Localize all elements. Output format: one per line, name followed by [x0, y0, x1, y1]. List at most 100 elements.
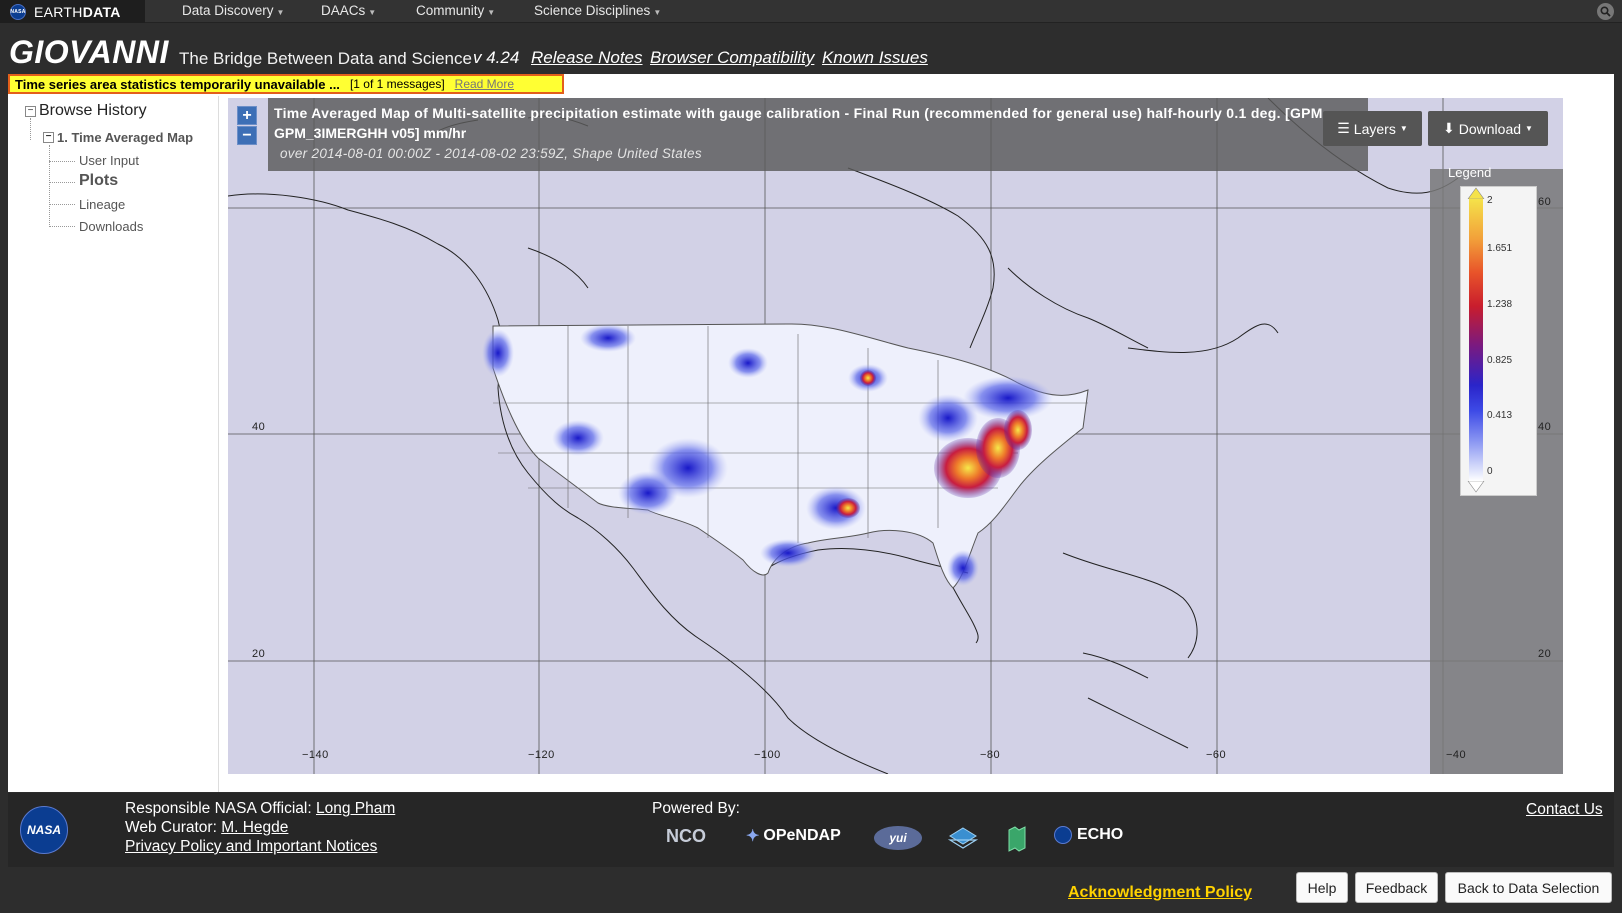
contact-us-link[interactable]: Contact Us [1526, 801, 1603, 819]
known-issues-link[interactable]: Known Issues [822, 48, 928, 68]
legend-max-arrow-icon [1467, 187, 1485, 199]
earthdata-brand[interactable]: NASA EARTH DATA [0, 0, 145, 23]
top-navigation-bar: NASA EARTH DATA Data Discovery ▼ DAACs ▼ Co… [0, 0, 1622, 23]
legend-tick: 0 [1487, 466, 1493, 477]
download-button[interactable]: ⬇ Download ▼ [1428, 111, 1548, 146]
web-curator: Web Curator: M. Hegde [125, 819, 288, 837]
tree-leaf-lineage[interactable]: Lineage [79, 197, 125, 212]
opendap-logo-text: OPeNDAP [763, 827, 841, 844]
menu-icon: ☰ [1337, 120, 1350, 136]
tree-connector [49, 182, 75, 183]
legend-tick: 0.825 [1487, 355, 1513, 366]
star-icon: ✦ [746, 828, 760, 845]
caret-down-icon: ▼ [1525, 124, 1533, 133]
collapse-icon[interactable]: − [25, 105, 36, 117]
nasa-meatball-icon: NASA [10, 3, 26, 20]
lon-label: −60 [1206, 749, 1227, 761]
lon-label: −80 [980, 749, 1001, 761]
layers-label: Layers [1353, 120, 1396, 137]
lon-label: −40 [1446, 749, 1467, 761]
nav-label: Data Discovery [182, 3, 274, 18]
zoom-out-button[interactable]: − [237, 126, 257, 145]
lon-label: −100 [754, 749, 781, 761]
legend-tick: 1.238 [1487, 299, 1513, 310]
legend-title: Legend [1448, 165, 1492, 180]
nasa-logo[interactable]: NASA [20, 806, 68, 854]
nav-label: DAACs [321, 3, 366, 18]
tree-connector [30, 118, 31, 140]
nav-label: Science Disciplines [534, 3, 651, 18]
read-more-link[interactable]: Read More [455, 77, 514, 91]
legend-tick: 0.413 [1487, 410, 1513, 421]
alert-count: [1 of 1 messages] [349, 77, 445, 91]
acknowledgment-policy-link[interactable]: Acknowledgment Policy [1068, 884, 1252, 902]
alert-banner: Time series area statistics temporarily … [8, 74, 564, 94]
giovanni-header: GIOVANNI The Bridge Between Data and Sci… [0, 24, 1622, 74]
tree-leaf-plots[interactable]: Plots [79, 172, 118, 190]
opendap-logo[interactable]: ✦ OPeNDAP [746, 826, 841, 846]
caret-down-icon: ▼ [276, 8, 285, 17]
browser-compatibility-link[interactable]: Browser Compatibility [650, 48, 814, 68]
caret-down-icon: ▼ [653, 8, 662, 17]
map-logo-icon[interactable] [1007, 826, 1027, 852]
map-subtitle: over 2014-08-01 00:00Z - 2014-08-02 23:5… [280, 146, 702, 161]
tree-connector [49, 226, 75, 227]
official-name-link[interactable]: Long Pham [316, 800, 395, 817]
lat-label-right: 60 [1538, 196, 1552, 208]
nav-community[interactable]: Community ▼ [416, 3, 495, 18]
layers-button[interactable]: ☰ Layers ▼ [1323, 111, 1422, 146]
map-panel[interactable]: Time Averaged Map of Multi-satellite pre… [228, 98, 1563, 774]
yui-logo[interactable]: yui [874, 826, 922, 850]
responsible-official: Responsible NASA Official: Long Pham [125, 800, 395, 818]
alert-message: Time series area statistics temporarily … [15, 76, 340, 92]
caret-down-icon: ▼ [1399, 124, 1408, 133]
zoom-in-button[interactable]: + [237, 106, 257, 125]
app-version: v 4.24 [473, 48, 520, 67]
nav-daacs[interactable]: DAACs ▼ [321, 3, 376, 18]
caret-down-icon: ▼ [487, 8, 496, 17]
tree-connector [49, 145, 50, 227]
release-notes-link[interactable]: Release Notes [531, 48, 643, 68]
map-title-overlay: Time Averaged Map of Multi-satellite pre… [268, 98, 1368, 171]
lat-label-right: 40 [1538, 421, 1552, 433]
lat-label-left: 40 [252, 421, 266, 433]
legend-color-bar [1469, 199, 1483, 481]
echo-logo[interactable]: ECHO [1054, 826, 1123, 844]
map-title-line2: GPM_3IMERGHH v05] mm/hr [274, 125, 467, 141]
collapse-icon[interactable]: − [43, 132, 54, 143]
tree-node-label: 1. Time Averaged Map [57, 130, 194, 145]
feedback-button[interactable]: Feedback [1355, 872, 1438, 903]
tree-root-browse-history[interactable]: − Browse History [25, 102, 147, 120]
powered-by-label: Powered By: [652, 800, 740, 817]
official-label: Responsible NASA Official: [125, 800, 312, 817]
nco-logo-text: NCO [666, 826, 706, 846]
tree-connector [49, 161, 75, 162]
map-title-line1: Time Averaged Map of Multi-satellite pre… [274, 105, 1323, 121]
tree-node-time-averaged-map[interactable]: − 1. Time Averaged Map [43, 130, 193, 145]
app-title: GIOVANNI [9, 34, 169, 70]
privacy-policy-link[interactable]: Privacy Policy and Important Notices [125, 838, 377, 856]
curator-name-link[interactable]: M. Hegde [221, 819, 288, 836]
brand-earth: EARTH [34, 3, 83, 20]
tree-leaf-user-input[interactable]: User Input [79, 153, 139, 168]
lon-label: −140 [302, 749, 329, 761]
lon-label: −120 [528, 749, 555, 761]
back-to-data-selection-button[interactable]: Back to Data Selection [1445, 872, 1612, 903]
echo-logo-text: ECHO [1077, 826, 1124, 843]
search-icon [1600, 6, 1611, 17]
precipitation-map [228, 98, 1563, 774]
tree-connector [49, 204, 75, 205]
tree-root-label: Browse History [39, 102, 147, 119]
nav-data-discovery[interactable]: Data Discovery ▼ [182, 3, 284, 18]
search-button[interactable] [1597, 3, 1614, 20]
tree-leaf-downloads[interactable]: Downloads [79, 219, 143, 234]
legend-min-arrow-icon [1467, 481, 1485, 493]
legend-tick: 1.651 [1487, 243, 1513, 254]
nav-label: Community [416, 3, 485, 18]
layers-logo-icon[interactable] [948, 826, 978, 850]
nav-science-disciplines[interactable]: Science Disciplines ▼ [534, 3, 661, 18]
nco-logo[interactable]: NCO [666, 826, 706, 847]
help-button[interactable]: Help [1296, 872, 1348, 903]
brand-data: DATA [82, 3, 121, 20]
lat-label-right: 20 [1538, 648, 1552, 660]
